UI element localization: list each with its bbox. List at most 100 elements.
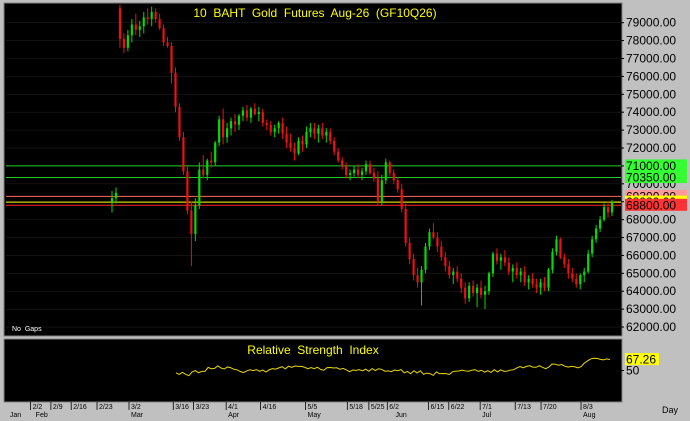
candle-body (245, 110, 249, 118)
candle-body (269, 124, 272, 132)
candle-body (126, 35, 129, 48)
candle-body (444, 257, 447, 267)
x-month-label: Feb (36, 412, 48, 419)
candle-body (599, 219, 602, 229)
candle-body (515, 267, 518, 276)
candle-body (170, 45, 173, 73)
candle-body (178, 106, 181, 138)
candle-body (440, 246, 443, 258)
candle-body (222, 119, 225, 138)
candle-body (416, 275, 419, 283)
candle-body (559, 239, 562, 258)
candle-body (305, 131, 308, 145)
candle-body (412, 259, 415, 276)
candle-body (503, 257, 506, 263)
x-month-label: Mar (131, 412, 144, 419)
candle-body (527, 278, 530, 283)
level-label: 68800.00 (626, 198, 676, 212)
rsi-title: Relative Strength Index (247, 343, 378, 357)
x-month-label: Aug (583, 412, 596, 419)
candle-body (507, 262, 510, 272)
candle-body (535, 284, 538, 288)
candle-body (154, 11, 157, 20)
x-tick-label: 2/9 (53, 404, 63, 411)
candle-body (182, 137, 185, 172)
candle-body (190, 210, 193, 234)
candle-body (408, 242, 411, 260)
candle-body (345, 165, 348, 175)
candle-body (360, 171, 364, 175)
rsi-y-axis: 5067.26 (621, 353, 659, 378)
candle-body (475, 287, 479, 294)
price-tick-label: 68000.00 (626, 213, 676, 227)
candle-body (313, 128, 316, 134)
candle-body (356, 169, 360, 175)
candle-body (285, 133, 288, 143)
x-tick-label: 2/16 (73, 404, 87, 411)
candle-body (376, 178, 379, 202)
candle-body (325, 131, 328, 136)
candle-body (396, 180, 399, 190)
candle-body (555, 239, 558, 252)
candle-body (420, 269, 423, 283)
candle-body (372, 173, 375, 179)
x-tick-label: 7/20 (543, 404, 557, 411)
x-month-label: Jul (482, 412, 491, 419)
candle-body (499, 257, 502, 261)
x-tick-label: 7/1 (482, 404, 492, 411)
candle-body (194, 205, 197, 234)
candle-body (293, 148, 296, 154)
price-y-axis: 79000.00 78000.00 77000.00 76000.00 75000.00… (621, 16, 687, 334)
candle-body (452, 271, 455, 276)
candle-body (591, 239, 594, 254)
candle-body (519, 271, 522, 276)
candle-body (118, 8, 122, 39)
candle-body (150, 11, 153, 20)
candle-body (225, 128, 229, 138)
candle-body (257, 112, 260, 114)
candle-body (142, 17, 145, 27)
candle-body (202, 169, 205, 175)
candle-body (237, 115, 241, 125)
price-tick-label: 65000.00 (626, 266, 676, 280)
x-tick-label: 6/15 (431, 404, 445, 411)
candle-body (551, 251, 554, 270)
candle-body (114, 192, 118, 199)
candle-body (277, 122, 280, 129)
x-tick-label: 4/16 (263, 404, 277, 411)
x-tick-label: 3/2 (131, 404, 141, 411)
candle-body (587, 253, 590, 272)
x-month-label: May (308, 412, 322, 419)
candle-body (571, 273, 574, 279)
candle-body (424, 246, 427, 270)
candle-body (309, 128, 312, 132)
candle-body (384, 162, 387, 181)
candle-body (265, 122, 268, 125)
candle-body (606, 207, 610, 213)
x-tick-label: 2/2 (33, 404, 43, 411)
x-month-label: Jun (395, 412, 406, 419)
x-tick-label: 2/23 (99, 404, 113, 411)
price-tick-label: 63000.00 (626, 302, 676, 316)
x-month-label: Apr (228, 412, 240, 419)
candle-body (130, 24, 133, 36)
candle-body (317, 128, 320, 134)
x-tick-label: 5/18 (349, 404, 363, 411)
price-tick-label: 76000.00 (626, 69, 676, 83)
candle-body (404, 208, 407, 243)
price-tick-label: 72000.00 (626, 141, 676, 155)
candle-body (491, 253, 495, 274)
chart-canvas: 79000.00 78000.00 77000.00 76000.00 75000.00… (3, 2, 687, 419)
candle-body (162, 28, 165, 43)
candle-body (428, 232, 431, 247)
x-tick-label: 5/25 (371, 404, 385, 411)
candle-body (547, 269, 550, 288)
candle-body (337, 151, 340, 161)
candle-body (448, 266, 451, 276)
candle-body (349, 173, 352, 175)
x-tick-label: 6/22 (451, 404, 465, 411)
candle-body (523, 271, 526, 283)
candle-body (297, 140, 300, 154)
candle-body (495, 253, 499, 261)
x-tick-label: 3/23 (196, 404, 210, 411)
